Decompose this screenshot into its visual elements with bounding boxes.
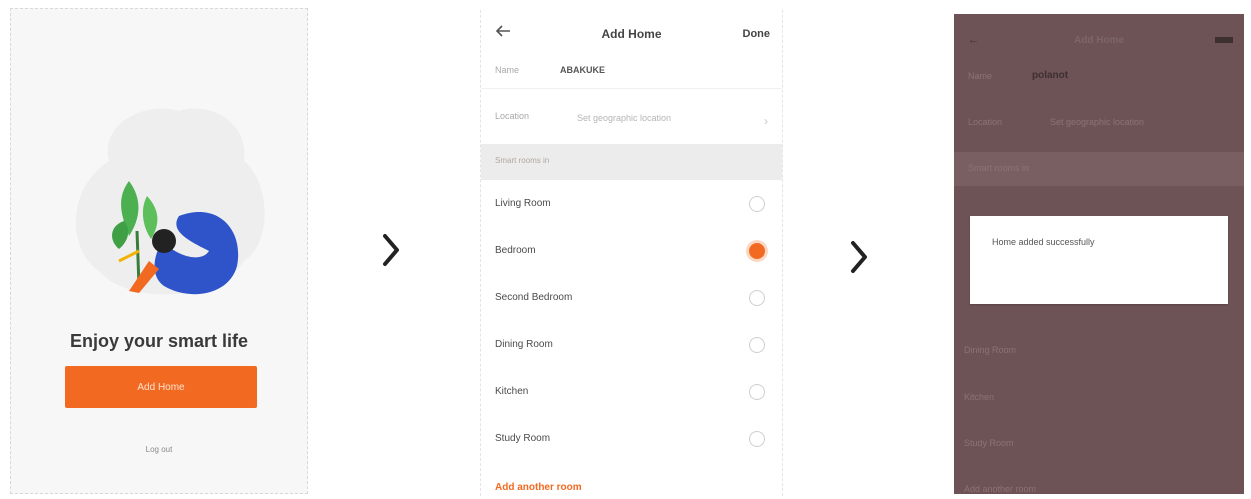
- location-label: Location: [968, 117, 1003, 127]
- dialog-message: Home added successfully: [992, 237, 1095, 247]
- location-field[interactable]: Set geographic location: [1050, 117, 1144, 127]
- add-home-screen: Add Home Done Name ABAKUKE Location Set …: [480, 10, 783, 496]
- room-label: Second Bedroom: [495, 292, 573, 303]
- add-home-button[interactable]: Add Home: [65, 366, 257, 408]
- room-option[interactable]: Bedroom: [481, 231, 782, 275]
- chevron-right-icon: [381, 233, 401, 267]
- page-title: Add Home: [1074, 35, 1124, 46]
- done-button[interactable]: Done: [743, 28, 771, 40]
- radio-button[interactable]: [749, 431, 765, 447]
- success-dialog[interactable]: Home added successfully: [970, 216, 1228, 304]
- rooms-section-header: Smart rooms in: [481, 144, 782, 180]
- room-option[interactable]: Kitchen: [481, 372, 782, 416]
- room-option[interactable]: Second Bedroom: [481, 278, 782, 322]
- home-name-field[interactable]: ABAKUKE: [560, 65, 605, 75]
- chevron-right-icon: ›: [764, 114, 768, 128]
- section-label: Smart rooms in: [968, 163, 1030, 173]
- room-label: Bedroom: [495, 245, 536, 256]
- page-title: Add Home: [601, 27, 662, 41]
- radio-button[interactable]: [749, 290, 765, 306]
- radio-button[interactable]: [749, 196, 765, 212]
- room-label: Kitchen: [495, 386, 529, 397]
- radio-button[interactable]: [749, 384, 765, 400]
- add-room-link[interactable]: Add another room: [964, 484, 1036, 494]
- room-option[interactable]: Study Room: [481, 419, 782, 463]
- radio-button[interactable]: [749, 337, 765, 353]
- name-label: Name: [968, 71, 993, 81]
- name-label: Name: [495, 65, 520, 75]
- room-label: Study Room: [964, 438, 1014, 448]
- section-label: Smart rooms in: [495, 156, 550, 165]
- room-label: Living Room: [495, 198, 551, 209]
- divider: [481, 88, 782, 89]
- room-label: Study Room: [495, 433, 551, 444]
- welcome-title: Enjoy your smart life: [69, 331, 249, 351]
- location-field[interactable]: Set geographic location: [577, 113, 671, 123]
- add-room-link[interactable]: Add another room: [495, 482, 582, 493]
- room-option[interactable]: Living Room: [481, 184, 782, 228]
- radio-button-selected[interactable]: [749, 243, 765, 259]
- room-option[interactable]: Dining Room: [481, 325, 782, 369]
- rooms-section-header: Smart rooms in: [954, 152, 1244, 186]
- home-name-field[interactable]: polanot: [1032, 70, 1068, 81]
- app-header: Add Home Done: [481, 10, 782, 58]
- done-mark-icon: [1215, 37, 1233, 43]
- smart-life-illustration: [75, 108, 265, 295]
- room-label: Dining Room: [964, 345, 1017, 355]
- home-added-screen: ← Add Home Name polanot Location Set geo…: [954, 14, 1244, 494]
- room-label: Dining Room: [495, 339, 553, 350]
- chevron-right-icon: [849, 240, 869, 274]
- done-button[interactable]: [1214, 35, 1234, 48]
- room-label: Kitchen: [964, 392, 995, 402]
- logout-link[interactable]: Log out: [11, 445, 307, 454]
- welcome-screen: Enjoy your smart life Add Home Log out: [10, 8, 308, 494]
- location-label: Location: [495, 111, 530, 121]
